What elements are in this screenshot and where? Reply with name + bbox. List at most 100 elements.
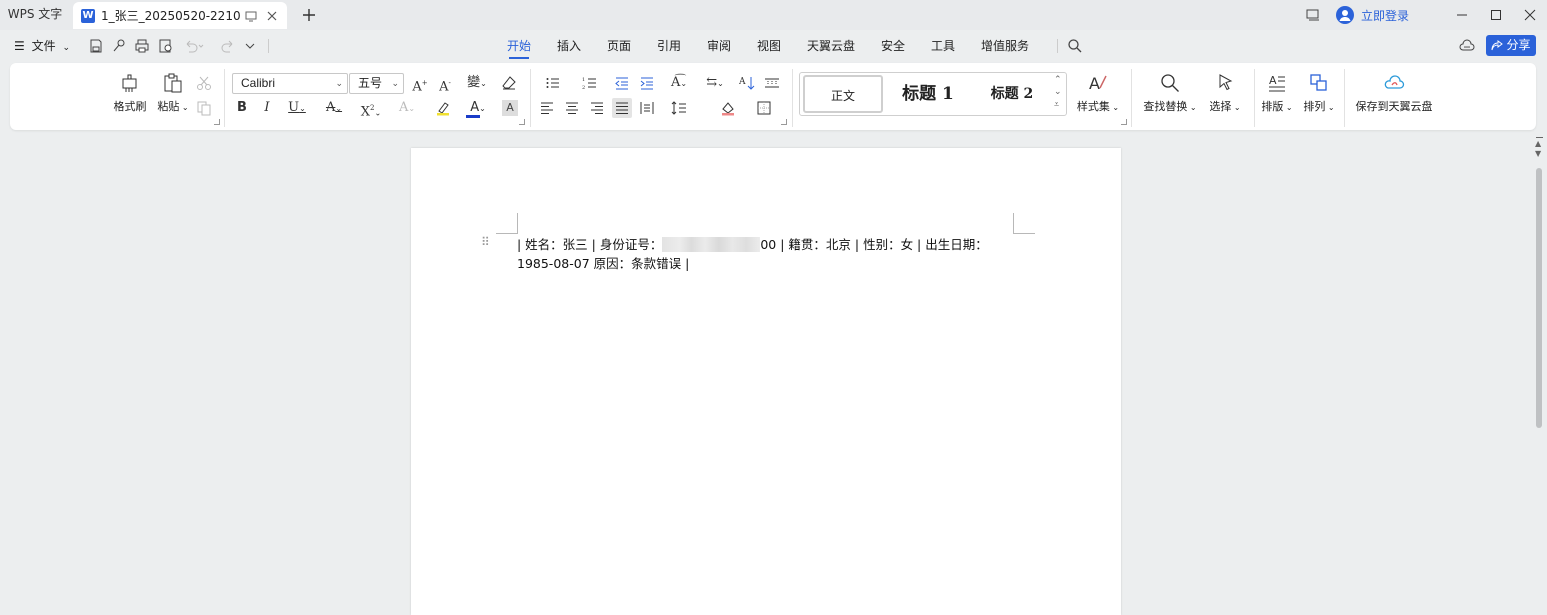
style-heading-1[interactable]: 标题 1 <box>892 75 964 113</box>
character-shading-icon[interactable]: A <box>502 100 518 116</box>
scroll-down-small-icon[interactable]: ▼ <box>1535 149 1541 158</box>
document-page[interactable]: ⠿ | 姓名：张三 | 身份证号： 00 | 籍贯：北京 | 性别：女 | 出生日… <box>411 148 1121 615</box>
tab-view[interactable]: 视图 <box>757 31 781 61</box>
tab-page[interactable]: 页面 <box>607 31 631 61</box>
borders-icon[interactable] <box>751 100 777 116</box>
decrease-indent-icon[interactable] <box>614 75 630 91</box>
chevron-up-icon[interactable]: ⌃ <box>1054 75 1062 85</box>
share-button[interactable]: 分享 <box>1486 35 1536 56</box>
paste-button[interactable]: 粘贴 ⌄ <box>155 72 191 114</box>
font-dialog-launcher[interactable] <box>519 119 525 125</box>
save-to-cloud-button[interactable]: 保存到天翼云盘 <box>1350 72 1438 114</box>
align-right-icon[interactable] <box>589 100 605 116</box>
style-normal[interactable]: 正文 <box>803 75 883 113</box>
paragraph-direction-icon[interactable]: ⇆⌄ <box>702 75 728 91</box>
arrange-button[interactable]: 排列 ⌄ <box>1299 72 1339 114</box>
clipboard-dialog-launcher[interactable] <box>214 119 220 125</box>
undo-icon[interactable] <box>183 38 204 54</box>
increase-indent-icon[interactable] <box>639 75 655 91</box>
chevron-down-icon[interactable]: ⌄ <box>1054 87 1062 97</box>
copy-icon[interactable] <box>196 100 212 116</box>
numbered-list-icon[interactable]: 12 <box>577 75 603 91</box>
text-direction-icon[interactable]: A͡⌄ <box>665 75 693 91</box>
layout-label: 排版 <box>1261 100 1284 113</box>
divider <box>792 69 793 127</box>
vertical-scrollbar[interactable]: ▲ ▼ <box>1531 135 1547 615</box>
distributed-align-icon[interactable] <box>639 100 655 116</box>
login-button[interactable]: 立即登录 <box>1335 6 1409 24</box>
font-color-icon[interactable]: A⌄ <box>465 100 491 118</box>
save-icon[interactable] <box>88 38 104 54</box>
strikethrough-icon[interactable]: A⌄ <box>321 100 347 116</box>
close-tab-icon[interactable] <box>267 11 277 21</box>
italic-icon[interactable]: I <box>259 100 275 116</box>
print-preview-icon[interactable] <box>158 38 174 54</box>
share-link-icon[interactable] <box>111 38 127 54</box>
tab-tools[interactable]: 工具 <box>931 31 955 61</box>
expand-gallery-icon[interactable]: ⩡ <box>1054 100 1059 110</box>
style-set-label: 样式集 <box>1076 100 1110 113</box>
layout-button[interactable]: A 排版 ⌄ <box>1257 72 1297 114</box>
cut-icon[interactable] <box>196 75 212 91</box>
svg-text:2: 2 <box>582 85 585 91</box>
new-tab-plus-icon[interactable] <box>299 5 319 25</box>
customize-quick-access-icon[interactable] <box>243 38 259 54</box>
sort-icon[interactable]: A <box>739 75 755 91</box>
show-marks-icon[interactable] <box>764 75 780 91</box>
minimize-button[interactable] <box>1445 0 1479 30</box>
home-tab[interactable]: WPS 文字 <box>0 0 70 29</box>
tab-cloud-drive[interactable]: 天翼云盘 <box>807 31 855 61</box>
arrange-label: 排列 <box>1303 100 1326 113</box>
underline-icon[interactable]: U⌄ <box>284 100 310 116</box>
align-left-icon[interactable] <box>539 100 555 116</box>
cloud-sync-icon[interactable] <box>1459 38 1475 54</box>
shading-icon[interactable] <box>714 100 742 116</box>
chevron-down-icon: ⌄ <box>391 78 399 88</box>
line-spacing-icon[interactable] <box>666 100 692 116</box>
save-to-cloud-label: 保存到天翼云盘 <box>1355 100 1433 113</box>
scroll-up-icon[interactable]: ▲ <box>1535 139 1541 148</box>
print-icon[interactable] <box>134 38 150 54</box>
tab-references[interactable]: 引用 <box>657 31 681 61</box>
font-name-select[interactable]: Calibri ⌄ <box>232 73 348 94</box>
phonetic-guide-icon[interactable]: 變⌄ <box>463 75 491 91</box>
style-heading-2[interactable]: 标题 2 <box>976 75 1048 113</box>
scroll-thumb[interactable] <box>1536 168 1542 428</box>
tab-start[interactable]: 开始 <box>507 31 531 61</box>
format-painter-button[interactable]: 格式刷 <box>110 72 150 114</box>
bold-icon[interactable]: B <box>234 100 250 116</box>
superscript-icon[interactable]: X2⌄ <box>358 100 384 119</box>
tab-insert[interactable]: 插入 <box>557 31 581 61</box>
find-replace-button[interactable]: 查找替换 ⌄ <box>1141 72 1199 114</box>
text-effect-icon[interactable]: A⌄ <box>394 100 420 116</box>
clear-format-icon[interactable] <box>501 75 517 91</box>
styles-dialog-launcher[interactable] <box>1121 119 1127 125</box>
monitor-icon[interactable] <box>245 10 257 22</box>
paragraph-dialog-launcher[interactable] <box>781 119 787 125</box>
search-icon[interactable] <box>1067 38 1083 54</box>
drag-handle-icon[interactable]: ⠿ <box>481 235 490 249</box>
document-tab[interactable]: W 1_张三_20250520-221049.docx <box>73 2 287 29</box>
redo-icon[interactable] <box>220 38 236 54</box>
highlight-color-icon[interactable] <box>429 100 457 116</box>
title-bar: WPS 文字 W 1_张三_20250520-221049.docx 立即登录 <box>0 0 1547 30</box>
document-line-1[interactable]: | 姓名：张三 | 身份证号： 00 | 籍贯：北京 | 性别：女 | 出生日期： <box>517 234 988 253</box>
decrease-font-size-icon[interactable]: A- <box>437 75 453 94</box>
tab-value-added-services[interactable]: 增值服务 <box>981 31 1029 61</box>
tab-security[interactable]: 安全 <box>881 31 905 61</box>
close-window-button[interactable] <box>1513 0 1547 30</box>
select-button[interactable]: 选择 ⌄ <box>1203 72 1247 114</box>
window-mode-icon[interactable] <box>1296 0 1330 30</box>
file-menu[interactable]: ☰ 文件 ⌄ <box>14 31 70 61</box>
style-set-button[interactable]: A 样式集 ⌄ <box>1074 72 1122 114</box>
font-size-select[interactable]: 五号 ⌄ <box>349 73 404 94</box>
tab-review[interactable]: 审阅 <box>707 31 731 61</box>
divider <box>1344 69 1345 127</box>
bullet-list-icon[interactable] <box>540 75 566 91</box>
maximize-button[interactable] <box>1479 0 1513 30</box>
align-center-icon[interactable] <box>564 100 580 116</box>
document-line-2[interactable]: 1985-08-07 原因：条款错误 | <box>517 253 689 272</box>
increase-font-size-icon[interactable]: A+ <box>412 75 428 94</box>
scroll-top-line <box>1536 137 1543 138</box>
justify-icon[interactable] <box>612 98 632 118</box>
